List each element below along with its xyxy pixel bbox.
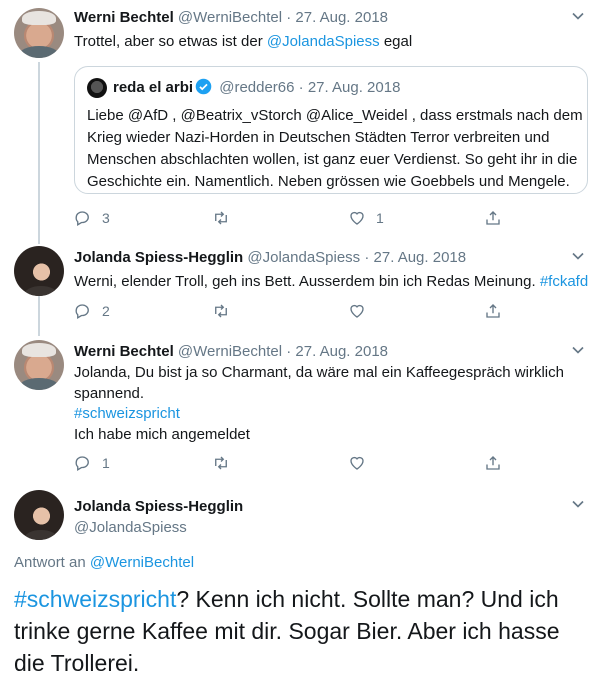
main-tweet-line: die Trollerei. [14, 650, 140, 676]
tweet[interactable]: Werni Bechtel @WerniBechtel · 27. Aug. 2… [0, 0, 605, 235]
like-button[interactable]: 1 [348, 207, 384, 229]
chevron-down-icon[interactable] [568, 6, 590, 26]
hashtag-link[interactable]: #fckafd [540, 273, 588, 290]
reply-to-link[interactable]: @WerniBechtel [90, 554, 194, 571]
reply-button[interactable]: 3 [74, 207, 110, 229]
tweet[interactable]: Jolanda Spiess-Hegglin @JolandaSpiess · … [0, 236, 605, 328]
reply-count: 3 [102, 210, 110, 226]
quoted-tweet[interactable]: reda el arbi @redder66 · 27. Aug. 2018 L… [74, 66, 588, 194]
tweet-date[interactable]: · 27. Aug. 2018 [286, 9, 388, 26]
tweet-text-line: Ich habe mich angemeldet [74, 425, 250, 443]
author-handle[interactable]: @WerniBechtel [178, 9, 282, 26]
author-handle[interactable]: @JolandaSpiess [74, 517, 243, 538]
retweet-icon [215, 211, 227, 225]
tweet-text: Jolanda, Du bist ja so Charmant, da wäre… [74, 363, 594, 445]
tweet-text-part: Werni, elender Troll, geh ins Bett. Auss… [74, 273, 540, 290]
share-icon [486, 456, 500, 470]
tweet-text: Trottel, aber so etwas ist der @JolandaS… [74, 32, 594, 52]
quoted-tweet-text: Liebe @AfD , @Beatrix_vStorch @Alice_Wei… [87, 105, 583, 193]
main-tweet-header: Jolanda Spiess-Hegglin @JolandaSpiess [74, 496, 243, 538]
like-button[interactable] [348, 300, 376, 322]
verified-icon [195, 78, 212, 95]
like-button[interactable] [348, 452, 376, 474]
quoted-tweet-header: reda el arbi @redder66 · 27. Aug. 2018 [113, 78, 400, 98]
quoted-text-line: Liebe @AfD , @Beatrix_vStorch @Alice_Wei… [87, 107, 583, 124]
avatar[interactable] [14, 8, 64, 58]
retweet-icon [215, 304, 227, 318]
avatar [87, 78, 107, 98]
reply-button[interactable]: 1 [74, 452, 110, 474]
tweet-text-line: Jolanda, Du bist ja so Charmant, da wäre… [74, 364, 564, 381]
main-tweet-line: #schweizspricht? Kenn ich nicht. Sollte … [14, 583, 594, 615]
tweet-actions: 1 [74, 452, 514, 474]
author-name[interactable]: Werni Bechtel [74, 343, 174, 360]
quoted-text-line: Menschen abschlachten wollen, ist ganz e… [87, 151, 578, 168]
main-tweet-text: #schweizspricht? Kenn ich nicht. Sollte … [14, 583, 594, 678]
tweet-actions: 2 [74, 300, 514, 322]
quoted-text-line: Krieg wieder Nazi-Horden in Deutschen St… [87, 129, 550, 146]
tweet-text: Werni, elender Troll, geh ins Bett. Auss… [74, 272, 594, 292]
author-name[interactable]: Jolanda Spiess-Hegglin [74, 496, 243, 517]
like-count: 1 [376, 210, 384, 226]
tweet-actions: 3 1 [74, 207, 514, 229]
retweet-button[interactable] [212, 207, 240, 229]
share-button[interactable] [484, 452, 502, 474]
main-tweet-text-part: ? Kenn ich nicht. Sollte man? Und ich [176, 586, 559, 612]
share-button[interactable] [484, 207, 502, 229]
hashtag-link[interactable]: #schweizspricht [74, 404, 594, 425]
tweet-date[interactable]: · 27. Aug. 2018 [364, 249, 466, 266]
author-name[interactable]: Werni Bechtel [74, 9, 174, 26]
reply-icon [75, 456, 89, 471]
tweet-text-part: Trottel, aber so etwas ist der [74, 33, 267, 50]
author-name[interactable]: Jolanda Spiess-Hegglin [74, 249, 243, 266]
tweet-date[interactable]: · 27. Aug. 2018 [286, 343, 388, 360]
like-icon [350, 211, 364, 225]
reply-to-line: Antwort an @WerniBechtel [14, 554, 194, 571]
reply-icon [75, 211, 89, 226]
retweet-button[interactable] [212, 452, 240, 474]
hashtag-link[interactable]: #schweizspricht [14, 586, 176, 612]
avatar[interactable] [14, 340, 64, 390]
author-handle: @redder66 [219, 79, 295, 96]
avatar[interactable] [14, 246, 64, 296]
share-icon [486, 304, 500, 318]
chevron-down-icon[interactable] [568, 246, 590, 266]
reply-to-label: Antwort an [14, 554, 90, 571]
author-handle[interactable]: @WerniBechtel [178, 343, 282, 360]
tweet-text-part: egal [379, 33, 413, 50]
quoted-text-line: Geschichte ein. Namentlich. Neben grösse… [87, 173, 570, 190]
reply-icon [75, 304, 89, 319]
chevron-down-icon[interactable] [568, 340, 590, 360]
share-button[interactable] [484, 300, 502, 322]
tweet-header: Werni Bechtel @WerniBechtel · 27. Aug. 2… [74, 342, 388, 362]
tweet-date: · 27. Aug. 2018 [298, 79, 401, 96]
mention-link[interactable]: @JolandaSpiess [267, 33, 380, 50]
reply-button[interactable]: 2 [74, 300, 110, 322]
retweet-icon [215, 456, 227, 470]
author-name: reda el arbi [113, 79, 194, 96]
tweet-header: Werni Bechtel @WerniBechtel · 27. Aug. 2… [74, 8, 388, 28]
reply-count: 2 [102, 303, 110, 319]
tweet[interactable]: Werni Bechtel @WerniBechtel · 27. Aug. 2… [0, 330, 605, 478]
chevron-down-icon[interactable] [568, 494, 590, 514]
like-icon [350, 456, 364, 470]
reply-count: 1 [102, 455, 110, 471]
like-icon [350, 304, 364, 318]
author-handle[interactable]: @JolandaSpiess [247, 249, 360, 266]
retweet-button[interactable] [212, 300, 240, 322]
main-tweet-line: trinke gerne Kaffee mit dir. Sogar Bier.… [14, 618, 560, 644]
tweet-header: Jolanda Spiess-Hegglin @JolandaSpiess · … [74, 248, 466, 268]
share-icon [486, 211, 500, 225]
tweet-text-line: spannend. [74, 384, 145, 402]
avatar[interactable] [14, 490, 64, 540]
